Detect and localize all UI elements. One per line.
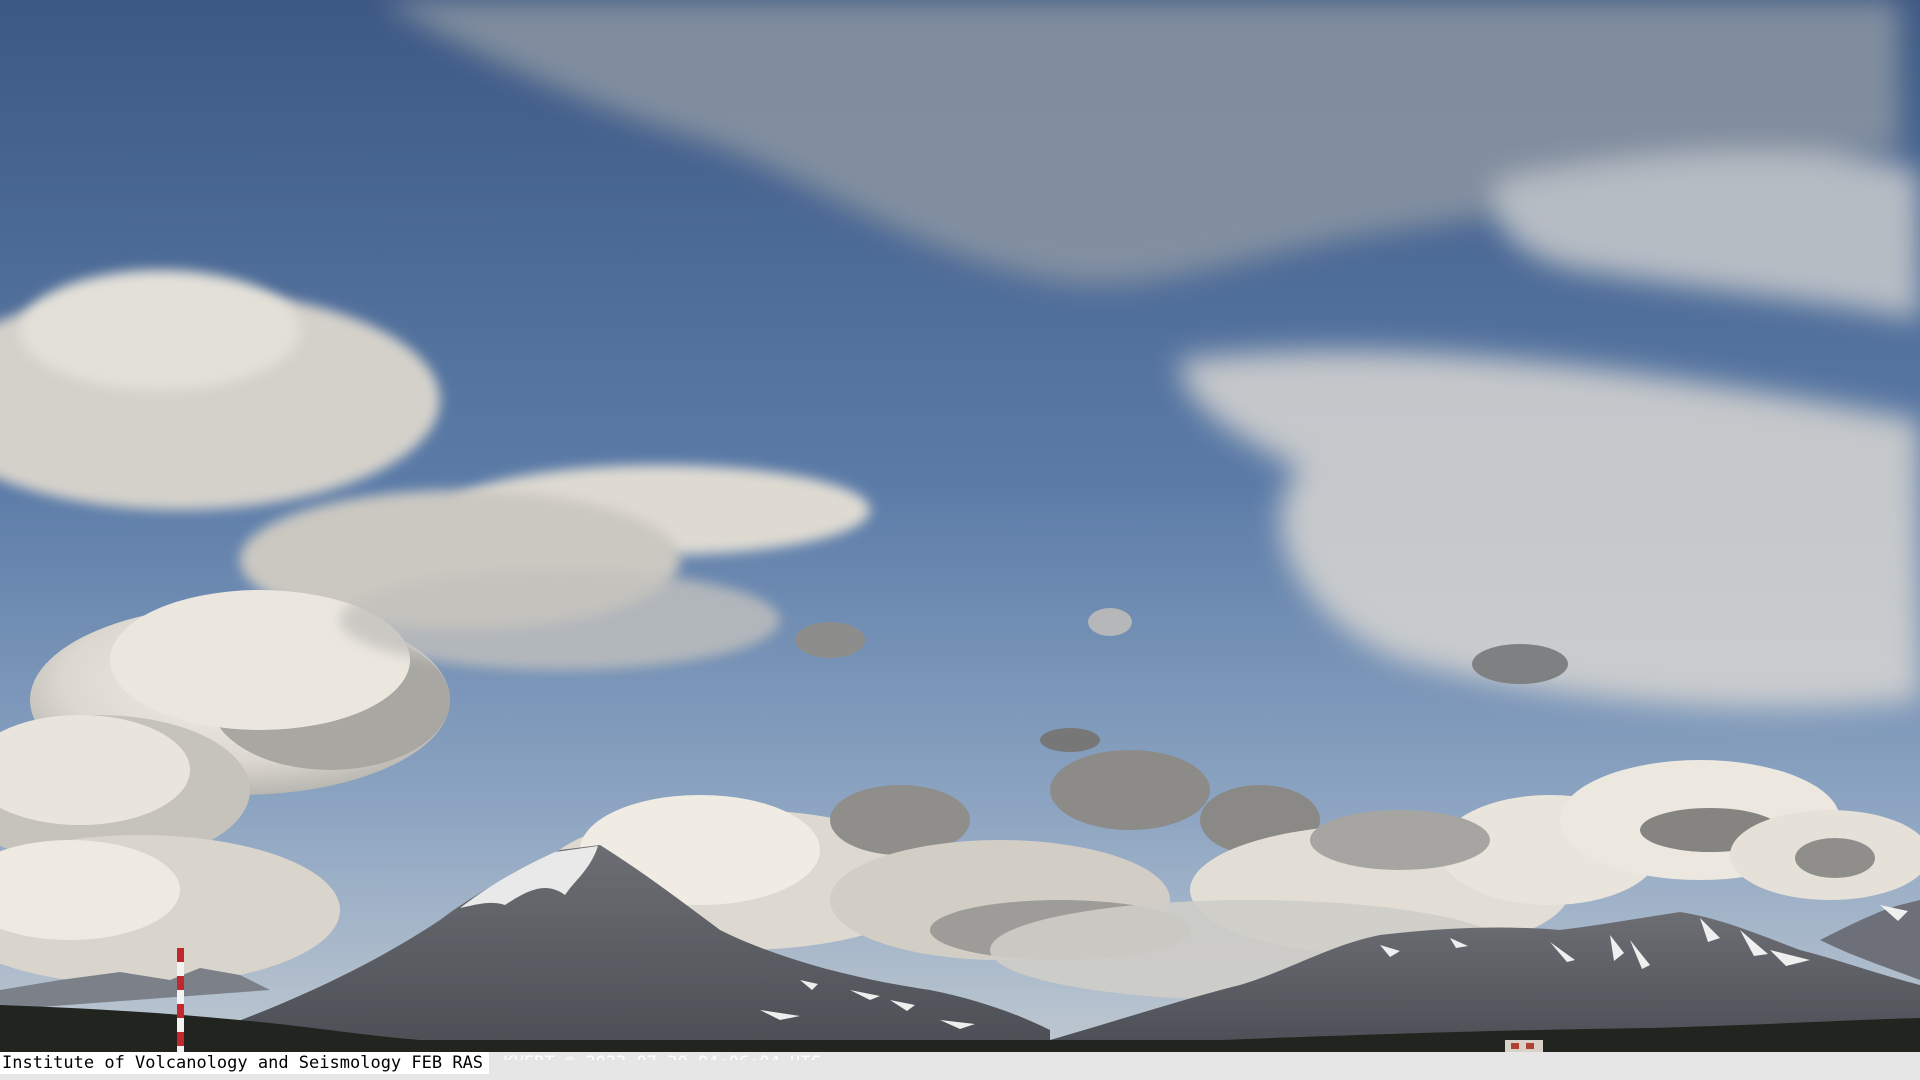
webcam-frame: Institute of Volcanology and Seismology … bbox=[0, 0, 1920, 1080]
watermark-caption-suffix: . KVERT © 2023-07-30 04:06:04 UTC bbox=[483, 1052, 821, 1060]
watermark-caption: Institute of Volcanology and Seismology … bbox=[0, 1052, 490, 1074]
radio-mast bbox=[177, 948, 184, 1052]
landscape-scene bbox=[0, 0, 1920, 1080]
